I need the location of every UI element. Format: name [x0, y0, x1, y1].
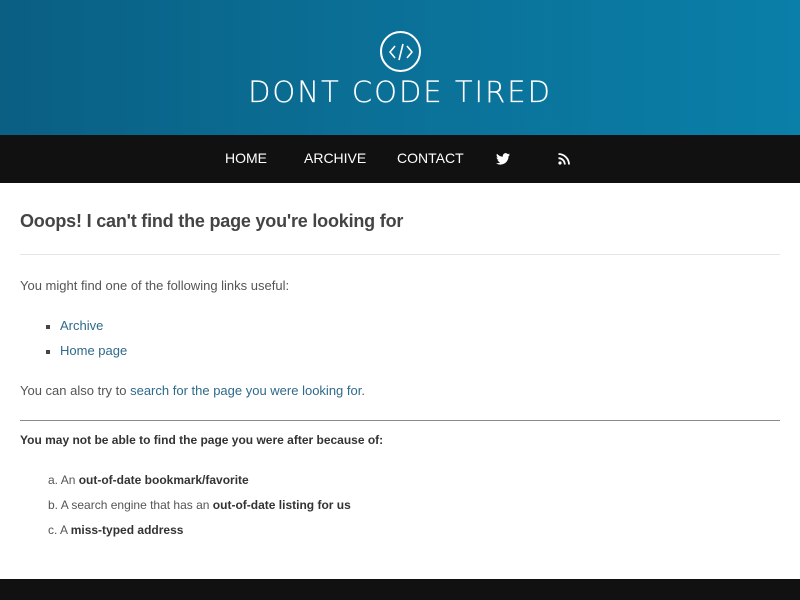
reason-text: An — [60, 473, 79, 487]
useful-links-list: Archive Home page — [45, 318, 127, 368]
intro-text: You might find one of the following link… — [20, 278, 290, 293]
code-brackets-icon — [389, 43, 413, 61]
search-prefix-text: You can also try to — [20, 383, 131, 398]
reason-emphasis: miss-typed address — [70, 523, 184, 537]
site-footer — [0, 579, 800, 600]
search-suggestion: You can also try to search for the page … — [20, 383, 365, 398]
code-logo-icon[interactable] — [380, 31, 421, 72]
rss-icon[interactable] — [558, 135, 570, 183]
site-title[interactable]: DONT CODE TIRED — [0, 74, 800, 110]
site-header: DONT CODE TIRED — [0, 0, 800, 135]
reason-text: A — [60, 523, 71, 537]
reasons-heading: You may not be able to find the page you… — [20, 433, 384, 447]
divider — [20, 420, 780, 421]
list-item: a. An out-of-date bookmark/favorite — [48, 473, 351, 498]
reason-emphasis: out-of-date listing for us — [212, 498, 351, 512]
reason-text: A search engine that has an — [60, 498, 213, 512]
archive-link[interactable]: Archive — [60, 318, 103, 333]
search-suffix-text: . — [361, 383, 365, 398]
home-page-link[interactable]: Home page — [60, 343, 127, 358]
twitter-icon[interactable] — [496, 135, 510, 183]
main-nav: HOME ARCHIVE CONTACT — [0, 135, 800, 183]
reason-emphasis: out-of-date bookmark/favorite — [78, 473, 249, 487]
nav-contact-link[interactable]: CONTACT — [397, 135, 464, 183]
list-marker: b. — [48, 498, 59, 512]
search-link[interactable]: search for the page you were looking for — [130, 383, 361, 398]
reasons-list: a. An out-of-date bookmark/favorite b. A… — [48, 473, 351, 548]
divider — [20, 254, 780, 255]
list-marker: c. — [48, 523, 58, 537]
page-title: Ooops! I can't find the page you're look… — [20, 211, 404, 231]
list-marker: a. — [48, 473, 59, 487]
list-item: Home page — [45, 343, 127, 368]
list-item: Archive — [45, 318, 127, 343]
list-item: c. A miss-typed address — [48, 523, 351, 548]
nav-archive-link[interactable]: ARCHIVE — [304, 135, 366, 183]
list-item: b. A search engine that has an out-of-da… — [48, 498, 351, 523]
nav-home-link[interactable]: HOME — [225, 135, 267, 183]
